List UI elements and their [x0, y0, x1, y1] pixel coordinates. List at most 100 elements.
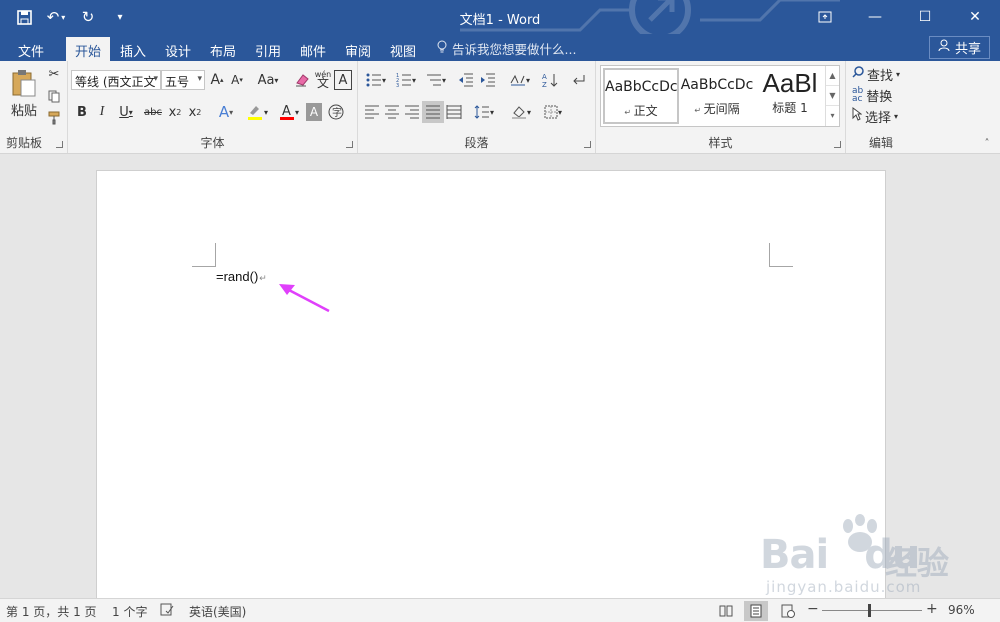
zoom-out-button[interactable]: − — [807, 601, 819, 617]
minimize-icon[interactable]: — — [850, 0, 900, 34]
style-sample: AaBbCcDc — [605, 79, 678, 95]
text-effects-icon[interactable]: A ▾ — [212, 101, 240, 123]
tell-me-box[interactable]: 告诉我您想要做什么... — [436, 39, 576, 58]
highlight-color-icon[interactable]: ▾ — [242, 101, 272, 123]
font-group-label: 字体 — [200, 136, 225, 150]
sort-icon[interactable]: AZ — [540, 70, 560, 90]
page-count[interactable]: 第 1 页，共 1 页 — [6, 603, 97, 620]
shrink-font-icon[interactable]: A ▾ — [228, 70, 246, 90]
style-no-spacing[interactable]: AaBbCcDc ↵ 无间隔 — [679, 68, 755, 124]
word-count[interactable]: 1 个字 — [112, 603, 147, 620]
chevron-down-icon: ▾ — [197, 74, 202, 84]
chinese-layout-icon[interactable]: ▾ — [506, 70, 534, 90]
phonetic-guide-icon[interactable]: wén 文 — [314, 68, 332, 90]
replace-button[interactable]: ab ac 替换 — [852, 85, 892, 105]
lightbulb-icon — [436, 40, 448, 57]
maximize-icon[interactable]: ☐ — [900, 0, 950, 34]
format-painter-icon[interactable] — [45, 109, 63, 127]
collapse-ribbon-icon[interactable]: ˄ — [980, 137, 994, 149]
increase-indent-icon[interactable] — [478, 70, 498, 90]
paste-button[interactable]: 粘贴 — [6, 65, 42, 121]
document-text[interactable]: =rand()↵ — [216, 269, 267, 284]
tab-insert[interactable]: 插入 — [113, 37, 153, 61]
replace-label: 替换 — [866, 89, 893, 105]
close-icon[interactable]: ✕ — [950, 0, 1000, 34]
superscript-icon[interactable]: x2 — [186, 101, 204, 123]
shading-icon[interactable]: ▾ — [506, 101, 536, 123]
bold-icon[interactable]: B — [73, 101, 91, 123]
multilevel-list-icon[interactable]: ▾ — [422, 70, 450, 90]
styles-launcher-icon[interactable] — [834, 141, 841, 148]
tab-design[interactable]: 设计 — [158, 37, 198, 61]
svg-text:A: A — [282, 104, 291, 119]
numbering-icon[interactable]: 1 2 3 ▾ — [392, 70, 420, 90]
align-right-icon[interactable] — [402, 101, 422, 123]
justify-icon[interactable] — [422, 101, 444, 123]
zoom-slider-thumb[interactable] — [868, 604, 871, 617]
baidu-jingyan-watermark: Bai du 经验 jingyan.baidu.com — [760, 514, 970, 600]
clipboard-launcher-icon[interactable] — [56, 141, 63, 148]
print-layout-icon[interactable] — [744, 601, 768, 621]
style-sample: AaBbCcDc — [680, 77, 754, 93]
show-hide-marks-icon[interactable] — [568, 70, 588, 90]
font-name-select[interactable]: 等线 (西文正文 ▾ — [71, 70, 161, 90]
tab-layout[interactable]: 布局 — [203, 37, 243, 61]
style-heading-1[interactable]: AaBl 标题 1 — [755, 68, 825, 124]
change-case-button[interactable]: Aa ▾ — [254, 70, 282, 90]
chevron-up-icon[interactable]: ▲ — [826, 66, 839, 86]
read-mode-icon[interactable] — [714, 601, 738, 621]
paragraph-launcher-icon[interactable] — [584, 141, 591, 148]
document-body-text: =rand() — [216, 269, 259, 284]
select-button[interactable]: 选择 ▾ — [852, 106, 898, 126]
tab-home[interactable]: 开始 — [66, 37, 110, 61]
status-bar: 第 1 页，共 1 页 1 个字 英语(美国) − + 96% — [0, 598, 1000, 622]
subscript-icon[interactable]: x2 — [166, 101, 184, 123]
cut-icon[interactable]: ✂ — [45, 65, 63, 83]
strikethrough-icon[interactable]: abc — [142, 101, 164, 123]
borders-icon[interactable]: ▾ — [538, 101, 568, 123]
character-shading-icon[interactable]: A — [306, 103, 322, 121]
zoom-slider[interactable] — [822, 610, 922, 611]
align-left-icon[interactable] — [362, 101, 382, 123]
tab-file[interactable]: 文件 — [8, 37, 54, 61]
chevron-down-icon[interactable]: ▼ — [826, 86, 839, 106]
share-button[interactable]: 共享 — [928, 36, 990, 59]
style-normal[interactable]: AaBbCcDc ↵ 正文 — [603, 68, 679, 124]
font-name-value: 等线 (西文正文 — [75, 75, 156, 89]
tab-references[interactable]: 引用 — [248, 37, 288, 61]
crop-mark-top-right — [769, 243, 793, 267]
change-case-label: Aa — [257, 72, 275, 88]
tab-mailings[interactable]: 邮件 — [293, 37, 333, 61]
more-styles-icon[interactable]: ▾ — [826, 106, 839, 126]
zoom-level[interactable]: 96% — [948, 603, 975, 617]
language-indicator[interactable]: 英语(美国) — [189, 603, 246, 620]
ribbon-tabs: 文件 开始 插入 设计 布局 引用 邮件 审阅 视图 告诉我您想要做什么... … — [0, 34, 1000, 61]
enclose-characters-icon[interactable]: 字 — [326, 102, 346, 122]
bullets-icon[interactable]: ▾ — [362, 70, 390, 90]
clear-formatting-icon[interactable] — [292, 70, 312, 90]
web-layout-icon[interactable] — [776, 601, 800, 621]
find-button[interactable]: 查找 ▾ — [852, 64, 900, 84]
underline-icon[interactable]: U ▾ — [113, 101, 139, 123]
font-size-select[interactable]: 五号 ▾ — [161, 70, 205, 90]
style-name: 正文 — [633, 104, 658, 118]
decrease-indent-icon[interactable] — [456, 70, 476, 90]
tab-view[interactable]: 视图 — [383, 37, 423, 61]
tab-review[interactable]: 审阅 — [338, 37, 378, 61]
font-launcher-icon[interactable] — [346, 141, 353, 148]
grow-font-icon[interactable]: A ▴ — [208, 70, 226, 90]
proofing-icon[interactable] — [160, 603, 174, 619]
editing-group-label: 编辑 — [868, 136, 893, 150]
distributed-icon[interactable] — [444, 101, 464, 123]
align-center-icon[interactable] — [382, 101, 402, 123]
copy-icon[interactable] — [45, 87, 63, 105]
font-color-icon[interactable]: A ▾ — [274, 101, 304, 123]
italic-icon[interactable]: I — [93, 101, 111, 123]
line-spacing-icon[interactable]: ▾ — [470, 101, 498, 123]
style-sample: AaBl — [762, 68, 818, 98]
person-icon — [938, 39, 951, 56]
character-border-icon[interactable]: A — [334, 70, 352, 90]
zoom-in-button[interactable]: + — [926, 601, 938, 617]
ribbon-display-options-icon[interactable] — [800, 0, 850, 34]
paragraph-group-label: 段落 — [464, 136, 489, 150]
